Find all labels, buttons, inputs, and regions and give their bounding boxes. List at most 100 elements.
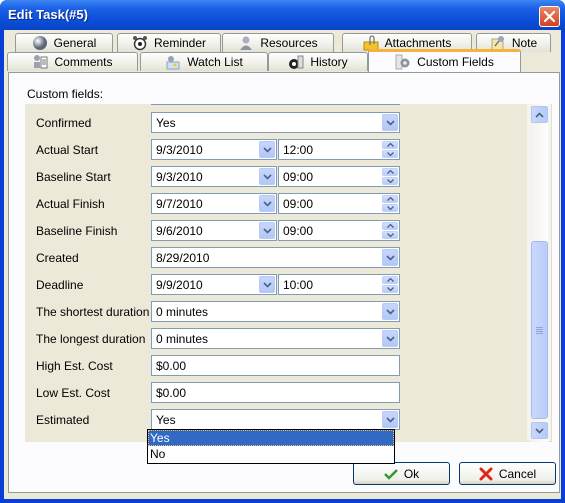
- spin-down-button[interactable]: [382, 177, 398, 185]
- scroll-up-button[interactable]: [531, 106, 548, 123]
- confirmed-select[interactable]: Yes: [151, 112, 400, 133]
- actual-finish-time-spinner[interactable]: 09:00: [278, 193, 400, 214]
- baseline-start-time-spinner[interactable]: 09:00: [278, 166, 400, 187]
- custom-fields-list: Confirmed Yes Actual Start 9/3/2010 12:00 Bas…: [25, 104, 527, 442]
- date-value: 9/3/2010: [156, 169, 203, 184]
- tab-custom-fields[interactable]: Custom Fields: [368, 49, 521, 72]
- watch-list-icon: [166, 56, 180, 70]
- actual-start-date-picker[interactable]: 9/3/2010: [151, 139, 277, 160]
- field-label-actual-start: Actual Start: [36, 143, 99, 157]
- scroll-thumb[interactable]: [531, 241, 548, 419]
- the-shortest-duration-select[interactable]: 0 minutes: [151, 301, 400, 322]
- high-est-cost-input[interactable]: $0.00: [151, 355, 400, 376]
- tab-label: Watch List: [187, 55, 243, 69]
- dropdown-button[interactable]: [382, 249, 398, 266]
- cancel-label: Cancel: [498, 466, 537, 481]
- field-value: 0 minutes: [156, 331, 209, 346]
- field-label-baseline-start: Baseline Start: [36, 170, 111, 184]
- tab-watch-list[interactable]: Watch List: [140, 52, 268, 71]
- spin-up-button[interactable]: [382, 195, 398, 203]
- cancel-button[interactable]: Cancel: [459, 462, 556, 485]
- spin-down-button[interactable]: [382, 231, 398, 239]
- chevron-down-icon: [385, 335, 395, 342]
- tab-comments[interactable]: Comments: [7, 52, 138, 71]
- section-label: Custom fields:: [27, 87, 104, 101]
- spin-up-icon: [386, 197, 394, 201]
- tab-resources[interactable]: Resources: [222, 33, 334, 52]
- ok-button[interactable]: Ok: [353, 462, 450, 485]
- field-label-deadline: Deadline: [36, 278, 84, 292]
- spin-down-button[interactable]: [382, 204, 398, 212]
- spin-down-button[interactable]: [382, 150, 398, 158]
- date-dropdown-button[interactable]: [259, 168, 275, 185]
- field-value: Yes: [156, 115, 176, 130]
- spin-down-icon: [386, 206, 394, 210]
- history-icon: [289, 55, 304, 69]
- sphere-icon: [32, 36, 47, 50]
- dropdown-button[interactable]: [382, 411, 398, 428]
- baseline-start-date-picker[interactable]: 9/3/2010: [151, 166, 277, 187]
- vertical-scrollbar[interactable]: [530, 104, 548, 442]
- date-dropdown-button[interactable]: [259, 141, 275, 158]
- chevron-down-icon: [262, 146, 272, 153]
- baseline-finish-date-picker[interactable]: 9/6/2010: [151, 220, 277, 241]
- created-select[interactable]: 8/29/2010: [151, 247, 400, 268]
- estimated-dropdown-list[interactable]: Yes No: [147, 429, 395, 464]
- tab-label: Comments: [54, 55, 113, 69]
- tab-reminder[interactable]: Reminder: [117, 33, 221, 52]
- custom-fields-scroll-area: Confirmed Yes Actual Start 9/3/2010 12:00 Bas…: [25, 104, 552, 442]
- date-dropdown-button[interactable]: [259, 195, 275, 212]
- tab-history[interactable]: History: [268, 52, 368, 71]
- user-icon: [240, 36, 253, 50]
- the-longest-duration-select[interactable]: 0 minutes: [151, 328, 400, 349]
- window-title: Edit Task(#5): [8, 7, 88, 22]
- dropdown-button[interactable]: [382, 303, 398, 320]
- tab-general[interactable]: General: [15, 33, 113, 52]
- dropdown-button[interactable]: [382, 330, 398, 347]
- tab-label: Note: [511, 36, 538, 50]
- field-label-created: Created: [36, 251, 79, 265]
- date-value: 9/3/2010: [156, 142, 203, 157]
- chevron-down-icon: [385, 119, 395, 126]
- low-est-cost-input[interactable]: $0.00: [151, 382, 400, 403]
- estimated-select[interactable]: Yes: [151, 409, 400, 430]
- dropdown-button[interactable]: [382, 114, 398, 131]
- tab-label: Custom Fields: [417, 55, 494, 69]
- actual-start-time-spinner[interactable]: 12:00: [278, 139, 400, 160]
- spin-up-button[interactable]: [382, 222, 398, 230]
- field-label-the-shortest-duration: The shortest duration: [36, 305, 150, 319]
- scroll-down-button[interactable]: [531, 422, 548, 439]
- spin-down-button[interactable]: [382, 285, 398, 293]
- close-button[interactable]: [539, 6, 560, 27]
- baseline-finish-time-spinner[interactable]: 09:00: [278, 220, 400, 241]
- dropdown-option-no[interactable]: No: [148, 446, 394, 462]
- field-value: $0.00: [156, 358, 187, 373]
- title-bar: Edit Task(#5): [0, 0, 565, 30]
- spin-up-button[interactable]: [382, 168, 398, 176]
- field-value: 8/29/2010: [156, 250, 210, 265]
- field-label-the-longest-duration: The longest duration: [36, 332, 146, 346]
- dropdown-option-yes[interactable]: Yes: [148, 430, 394, 446]
- x-icon: [479, 467, 493, 480]
- grip-icon: [536, 326, 543, 334]
- chevron-down-icon: [385, 254, 395, 261]
- field-value: $0.00: [156, 385, 187, 400]
- comments-icon: [34, 55, 48, 69]
- deadline-time-spinner[interactable]: 10:00: [278, 274, 400, 295]
- spin-up-button[interactable]: [382, 141, 398, 149]
- field-label-estimated: Estimated: [36, 413, 90, 427]
- date-dropdown-button[interactable]: [259, 222, 275, 239]
- chevron-down-icon: [385, 416, 395, 423]
- date-dropdown-button[interactable]: [259, 276, 275, 293]
- spin-up-button[interactable]: [382, 276, 398, 284]
- actual-finish-date-picker[interactable]: 9/7/2010: [151, 193, 277, 214]
- edit-task-dialog: Edit Task(#5) General Reminder Resources…: [0, 0, 565, 503]
- spin-down-icon: [386, 287, 394, 291]
- chevron-down-icon: [385, 308, 395, 315]
- tab-label: Resources: [260, 36, 318, 50]
- chevron-down-icon: [262, 173, 272, 180]
- chevron-down-icon: [262, 200, 272, 207]
- field-label-low-est-cost: Low Est. Cost: [36, 386, 111, 400]
- spin-up-icon: [386, 143, 394, 147]
- deadline-date-picker[interactable]: 9/9/2010: [151, 274, 277, 295]
